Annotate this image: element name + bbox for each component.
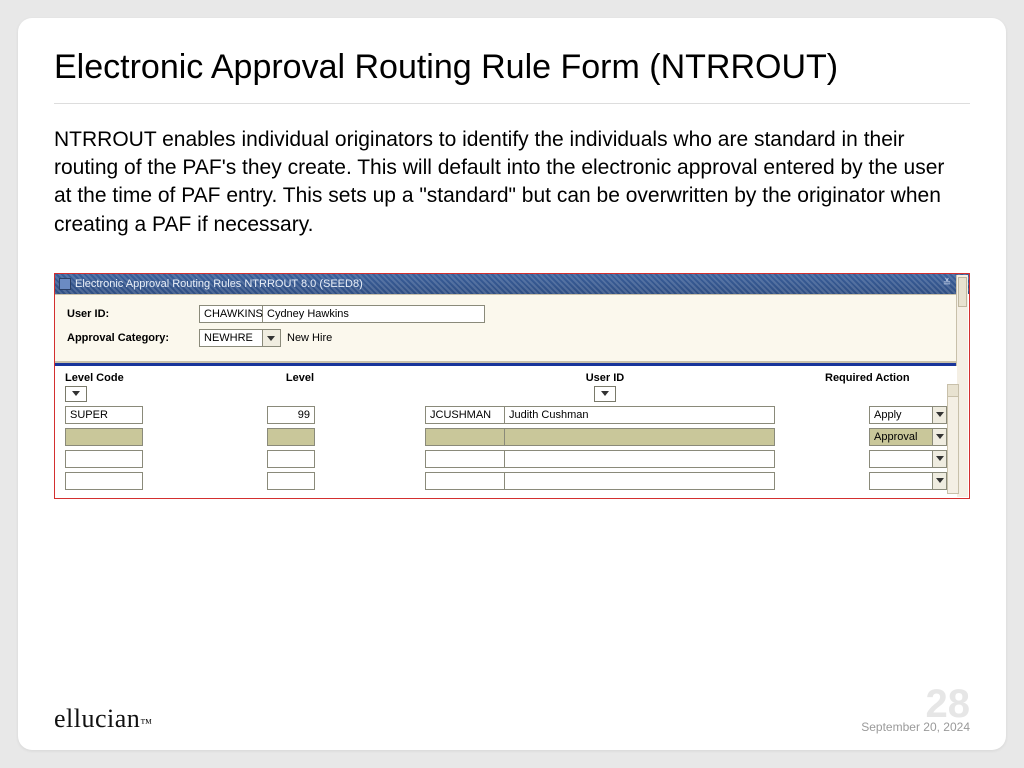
user-id-label: User ID: <box>67 308 199 320</box>
action-dropdown-icon[interactable] <box>932 429 946 445</box>
col-user-id: User ID <box>586 372 625 384</box>
cell-user-id[interactable] <box>425 472 505 490</box>
slide-footer: ellucian™ 28 September 20, 2024 <box>54 686 970 734</box>
grid-scroll-up-icon[interactable] <box>948 385 958 397</box>
cell-level-code[interactable]: SUPER <box>65 406 143 424</box>
cell-user-name[interactable] <box>505 472 775 490</box>
cell-required-action[interactable] <box>869 450 947 468</box>
col-level: Level <box>286 372 314 384</box>
cell-level[interactable] <box>267 450 315 468</box>
minimize-icon[interactable]: ≚ <box>941 278 953 289</box>
grid-row: Approval <box>65 428 947 446</box>
level-code-lookup-icon[interactable] <box>65 386 87 402</box>
page-date: September 20, 2024 <box>861 720 970 734</box>
app-screenshot: Electronic Approval Routing Rules NTRROU… <box>54 273 970 499</box>
approval-category-field[interactable]: NEWHRE <box>199 329 263 347</box>
user-id-field[interactable]: CHAWKINS <box>199 305 263 323</box>
approval-category-name: New Hire <box>287 332 332 344</box>
form-header-area: User ID: CHAWKINS Cydney Hawkins Approva… <box>55 294 957 363</box>
approval-category-label: Approval Category: <box>67 332 199 344</box>
window-title: Electronic Approval Routing Rules NTRROU… <box>75 278 363 290</box>
app-icon <box>59 278 71 290</box>
cell-required-action[interactable]: Apply <box>869 406 947 424</box>
cell-level[interactable] <box>267 472 315 490</box>
cell-level-code[interactable] <box>65 450 143 468</box>
window-titlebar: Electronic Approval Routing Rules NTRROU… <box>55 274 969 294</box>
action-dropdown-icon[interactable] <box>932 407 946 423</box>
cell-user-id[interactable]: JCUSHMAN <box>425 406 505 424</box>
cell-level[interactable] <box>267 428 315 446</box>
col-level-code: Level Code <box>65 372 124 384</box>
grid-row <box>65 450 947 468</box>
approval-category-dropdown-icon[interactable] <box>263 329 281 347</box>
routing-grid: Level Code Level User ID Required Action… <box>55 366 957 498</box>
outer-scrollbar-thumb[interactable] <box>958 277 967 307</box>
col-required-action: Required Action <box>825 372 910 384</box>
grid-scrollbar[interactable] <box>947 384 959 494</box>
user-id-lookup-icon[interactable] <box>594 386 616 402</box>
cell-required-action[interactable] <box>869 472 947 490</box>
action-dropdown-icon[interactable] <box>932 451 946 467</box>
user-id-row: User ID: CHAWKINS Cydney Hawkins <box>67 305 945 323</box>
grid-header: Level Code Level User ID Required Action <box>65 372 947 402</box>
title-divider <box>54 103 970 104</box>
slide-title: Electronic Approval Routing Rule Form (N… <box>54 46 970 89</box>
slide-card: Electronic Approval Routing Rule Form (N… <box>18 18 1006 750</box>
grid-row <box>65 472 947 490</box>
cell-level[interactable]: 99 <box>267 406 315 424</box>
page-number: 28 <box>861 686 970 722</box>
cell-level-code[interactable] <box>65 472 143 490</box>
cell-user-name[interactable]: Judith Cushman <box>505 406 775 424</box>
action-dropdown-icon[interactable] <box>932 473 946 489</box>
brand-logo: ellucian™ <box>54 704 153 734</box>
user-name-field[interactable]: Cydney Hawkins <box>263 305 485 323</box>
cell-user-id[interactable] <box>425 428 505 446</box>
approval-category-row: Approval Category: NEWHRE New Hire <box>67 329 945 347</box>
cell-user-id[interactable] <box>425 450 505 468</box>
slide-body: NTRROUT enables individual originators t… <box>54 126 970 239</box>
cell-user-name[interactable] <box>505 428 775 446</box>
cell-required-action[interactable]: Approval <box>869 428 947 446</box>
cell-user-name[interactable] <box>505 450 775 468</box>
cell-level-code[interactable] <box>65 428 143 446</box>
grid-row: SUPER 99 JCUSHMANJudith Cushman Apply <box>65 406 947 424</box>
